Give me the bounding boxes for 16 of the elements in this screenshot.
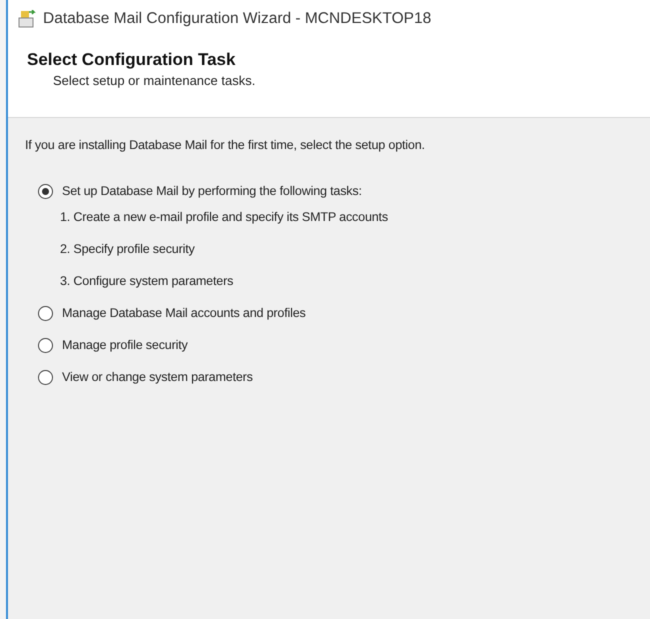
radio-button[interactable]	[38, 184, 53, 198]
task-step: 1. Create a new e-mail profile and specify its SMTP accounts	[60, 206, 388, 228]
task-step: 3. Configure system parameters	[60, 270, 234, 292]
option-label[interactable]: Manage Database Mail accounts and profiles	[62, 306, 306, 320]
task-step: 2. Specify profile security	[60, 238, 195, 260]
page-title: Select Configuration Task	[27, 50, 236, 70]
window-title: Database Mail Configuration Wizard - MCNDESKTOP18	[43, 10, 432, 28]
page-subtitle: Select setup or maintenance tasks.	[53, 73, 256, 88]
option-label[interactable]: Manage profile security	[62, 338, 188, 352]
radio-button[interactable]	[38, 306, 53, 320]
radio-button[interactable]	[38, 338, 53, 352]
option-label[interactable]: View or change system parameters	[62, 370, 253, 384]
option-label[interactable]: Set up Database Mail by performing the following tasks:	[62, 184, 362, 198]
radio-button[interactable]	[38, 370, 53, 384]
instruction-text: If you are installing Database Mail for the first time, select the setup option.	[25, 138, 425, 152]
wizard-app-icon	[18, 10, 36, 28]
